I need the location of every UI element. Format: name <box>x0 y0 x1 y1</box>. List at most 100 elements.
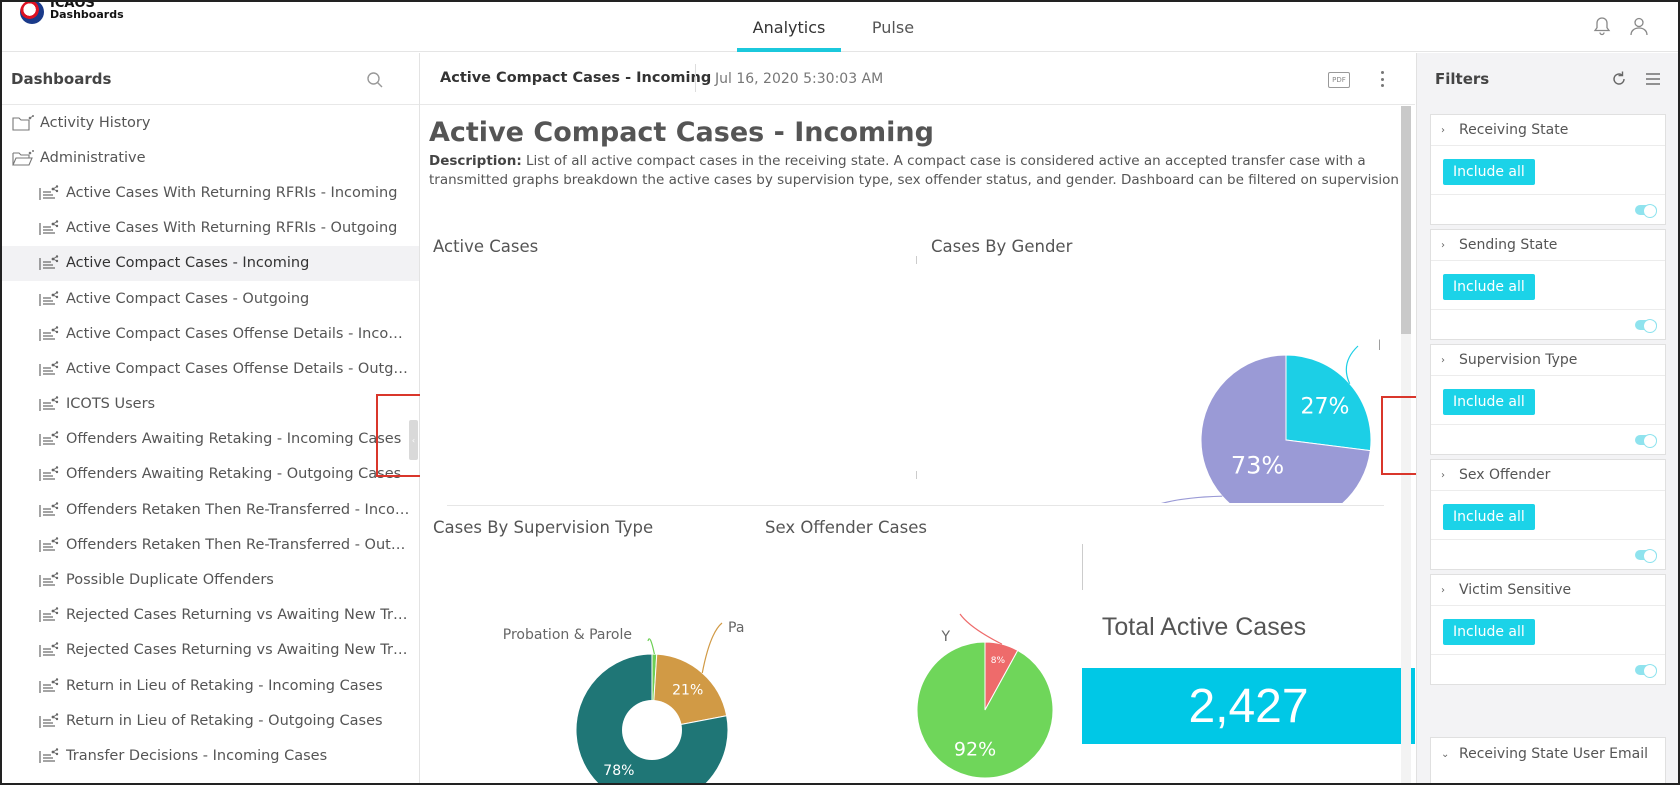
pie-value-label: 8% <box>991 656 1006 666</box>
user-profile-icon[interactable] <box>1627 14 1651 38</box>
sex-offender-pie-chart[interactable]: 8% Y 92% <box>860 568 1090 785</box>
sidebar-item-label: ICOTS Users <box>66 396 156 413</box>
filters-title: Filters <box>1435 70 1490 88</box>
chevron-right-icon: › <box>1441 584 1445 596</box>
include-all-button[interactable]: Include all <box>1443 159 1535 185</box>
filters-header: Filters <box>1417 53 1678 105</box>
dashboard-icon <box>38 326 60 342</box>
pie-leader-line <box>959 613 1003 645</box>
pdf-export-icon[interactable]: PDF <box>1328 72 1350 88</box>
sidebar-item-dashboard[interactable]: ICOTS Users <box>2 387 419 422</box>
sidebar-folder[interactable]: Administrative <box>2 140 419 175</box>
sidebar-item-dashboard[interactable]: Active Compact Cases Offense Details - I… <box>2 316 419 351</box>
sidebar-item-dashboard[interactable]: Offenders Awaiting Retaking - Outgoing C… <box>2 457 419 492</box>
dashboard-icon <box>38 361 60 377</box>
include-all-button[interactable]: Include all <box>1443 274 1535 300</box>
sidebar-title: Dashboards <box>11 70 112 88</box>
sidebar-item-label: Active Cases With Returning RFRIs - Outg… <box>66 220 398 237</box>
sidebar-item-dashboard[interactable]: Possible Duplicate Offenders <box>2 562 419 597</box>
sidebar-item-label: Active Cases With Returning RFRIs - Inco… <box>66 184 398 201</box>
include-all-button[interactable]: Include all <box>1443 619 1535 645</box>
sidebar-item-dashboard[interactable]: Active Compact Cases Offense Details - O… <box>2 351 419 386</box>
filter-toggle[interactable] <box>1635 434 1657 448</box>
scrollbar-thumb[interactable] <box>1401 106 1411 334</box>
app-window: ICAOS Dashboards Analytics Pulse Dashboa… <box>0 0 1680 785</box>
sidebar-item-label: Return in Lieu of Retaking - Incoming Ca… <box>66 677 383 694</box>
filter-card-label: Sex Offender <box>1459 467 1551 483</box>
pie-leader-line <box>1161 495 1223 503</box>
pie-category-label: Probation & Parole <box>503 627 632 643</box>
tab-analytics[interactable]: Analytics <box>737 2 841 52</box>
filter-toggle[interactable] <box>1635 319 1657 333</box>
sidebar-item-label: Administrative <box>40 149 146 166</box>
pie-value-label: 21% <box>672 682 703 698</box>
sidebar-item-dashboard[interactable]: Rejected Cases Returning vs Awaiting New… <box>2 598 419 633</box>
sidebar-item-dashboard[interactable]: Rejected Cases Returning vs Awaiting New… <box>2 633 419 668</box>
filter-card-header[interactable]: › Victim Sensitive <box>1431 575 1665 606</box>
sidebar-item-dashboard[interactable]: Offenders Retaken Then Re-Transferred - … <box>2 527 419 562</box>
filter-card-header[interactable]: › Supervision Type <box>1431 345 1665 376</box>
sidebar-item-dashboard[interactable]: Active Cases With Returning RFRIs - Inco… <box>2 175 419 210</box>
reset-filters-icon[interactable] <box>1609 69 1629 89</box>
sidebar-item-dashboard[interactable]: Offenders Awaiting Retaking - Incoming C… <box>2 422 419 457</box>
filter-toggle[interactable] <box>1635 664 1657 678</box>
search-icon[interactable] <box>366 71 384 89</box>
filter-card-header[interactable]: › Receiving State <box>1431 115 1665 146</box>
pie-category-label: F <box>1378 338 1380 354</box>
filter-card[interactable]: › Victim Sensitive Include all <box>1430 574 1666 685</box>
filter-card-label: Sending State <box>1459 237 1558 253</box>
supervision-donut-chart[interactable]: Probation & Parole 21% Pa 78% <box>460 563 760 785</box>
more-options-icon[interactable] <box>1375 69 1389 89</box>
dashboard-icon <box>38 572 60 588</box>
sidebar-item-dashboard[interactable]: Active Cases With Returning RFRIs - Outg… <box>2 211 419 246</box>
chevron-right-icon: › <box>1441 354 1445 366</box>
app-logo[interactable]: ICAOS Dashboards <box>20 2 124 32</box>
pie-category-label: Pa <box>728 620 744 636</box>
tab-pulse[interactable]: Pulse <box>841 2 945 52</box>
filter-card[interactable]: › Receiving State Include all <box>1430 114 1666 225</box>
filter-card-label: Victim Sensitive <box>1459 582 1572 598</box>
sidebar-item-dashboard[interactable]: Active Compact Cases - Incoming <box>2 245 419 281</box>
sidebar-item-dashboard[interactable]: Return in Lieu of Retaking - Outgoing Ca… <box>2 703 419 738</box>
filter-toggle[interactable] <box>1635 549 1657 563</box>
logo-subtitle: Dashboards <box>50 8 124 21</box>
dashboard-title: Active Compact Cases - Incoming <box>429 117 934 148</box>
dashboard-icon <box>38 713 60 729</box>
widget-divider <box>916 256 917 264</box>
sidebar-item-dashboard[interactable]: Transfer Decisions - Incoming Cases <box>2 738 419 773</box>
include-all-button[interactable]: Include all <box>1443 504 1535 530</box>
filter-card[interactable]: › Sex Offender Include all <box>1430 459 1666 570</box>
pie-value-label: 73% <box>1231 452 1284 480</box>
filter-card[interactable]: › Sending State Include all <box>1430 229 1666 340</box>
pie-value-label: 78% <box>603 763 634 779</box>
sidebar-item-label: Offenders Awaiting Retaking - Outgoing C… <box>66 466 402 483</box>
filters-menu-icon[interactable] <box>1645 71 1661 87</box>
notifications-bell-icon[interactable] <box>1590 14 1614 38</box>
sidebar-item-dashboard[interactable]: Offenders Retaken Then Re-Transferred - … <box>2 492 419 527</box>
sidebar-item-label: Active Compact Cases Offense Details - O… <box>66 360 411 377</box>
filter-card-header[interactable]: › Sex Offender <box>1431 460 1665 491</box>
pie-value-label: 92% <box>954 738 996 760</box>
filter-toggle[interactable] <box>1635 204 1657 218</box>
filter-card[interactable]: › Supervision Type Include all <box>1430 344 1666 455</box>
widget-title-cases-by-supervision: Cases By Supervision Type <box>433 518 654 537</box>
chevron-right-icon: › <box>1441 239 1445 251</box>
sidebar-item-label: Offenders Retaken Then Re-Transferred - … <box>66 501 411 518</box>
dashboard-icon <box>38 501 60 518</box>
dashboard-icon <box>38 220 60 236</box>
filter-card-receiving-state-user-email[interactable]: ⌄ Receiving State User Email <box>1430 737 1666 783</box>
gender-pie-chart[interactable]: 27%F73%M <box>1040 273 1380 503</box>
widget-title-active-cases: Active Cases <box>433 237 539 256</box>
filter-card-header[interactable]: › Sending State <box>1431 230 1665 261</box>
filter-card-label: Supervision Type <box>1459 352 1578 368</box>
sidebar-folder[interactable]: Activity History <box>2 105 419 140</box>
pie-leader-line <box>647 638 655 655</box>
sidebar-item-dashboard[interactable]: Return in Lieu of Retaking - Incoming Ca… <box>2 668 419 703</box>
dashboard-icon <box>38 642 60 658</box>
sidebar-item-dashboard[interactable]: Active Compact Cases - Outgoing <box>2 281 419 316</box>
filter-card-label: Receiving State User Email <box>1459 746 1649 762</box>
chevron-down-icon: ⌄ <box>1441 749 1450 760</box>
include-all-button[interactable]: Include all <box>1443 389 1535 415</box>
dashboard-icon <box>38 290 60 307</box>
dashboard-timestamp: Jul 16, 2020 5:30:03 AM <box>715 71 884 87</box>
